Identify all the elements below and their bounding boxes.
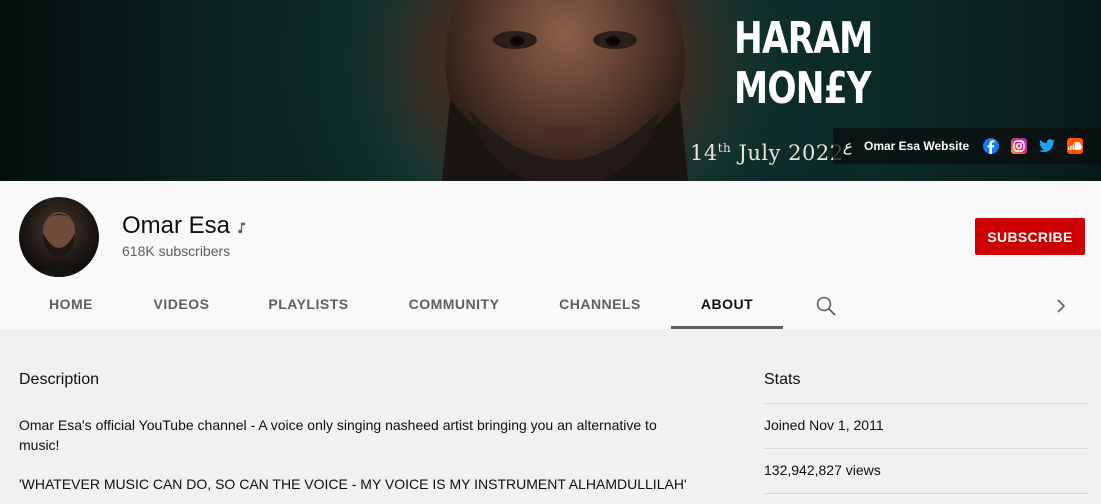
banner-date-suffix: th (717, 141, 732, 155)
channel-links-bar: ع Omar Esa Website (833, 128, 1101, 164)
banner-date: 14th July 2022 (690, 141, 844, 165)
tab-playlists[interactable]: PLAYLISTS (260, 284, 357, 329)
tab-home[interactable]: HOME (38, 284, 104, 329)
banner-title-line2: MON£Y (734, 63, 872, 114)
subscribe-button[interactable]: SUBSCRIBE (975, 218, 1085, 255)
search-icon[interactable] (815, 295, 837, 317)
banner-shade-left (0, 0, 420, 181)
twitter-icon[interactable] (1039, 138, 1055, 154)
stats-divider (764, 403, 1089, 404)
description-heading: Description (19, 371, 100, 388)
tab-channels[interactable]: CHANNELS (550, 284, 650, 329)
banner-portrait (441, 0, 689, 181)
description-text: Omar Esa's official YouTube channel - A … (19, 417, 657, 453)
chevron-right-icon[interactable] (1053, 297, 1069, 315)
tab-community[interactable]: COMMUNITY (398, 284, 510, 329)
instagram-icon[interactable] (1011, 138, 1027, 154)
tab-videos[interactable]: VIDEOS (144, 284, 219, 329)
channel-tabs: HOME VIDEOS PLAYLISTS COMMUNITY CHANNELS… (0, 284, 1101, 329)
tab-about[interactable]: ABOUT (671, 284, 783, 329)
avatar-portrait (33, 212, 85, 277)
website-logo-icon[interactable]: ع (843, 137, 859, 155)
website-link[interactable]: Omar Esa Website (864, 139, 977, 153)
stats-heading: Stats (764, 371, 801, 388)
subscriber-count: 618K subscribers (122, 243, 231, 259)
channel-header: Omar Esa 618K subscribers SUBSCRIBE HOME… (0, 181, 1101, 329)
facebook-icon[interactable] (983, 138, 999, 154)
banner-date-rest: July 2022 (731, 141, 844, 165)
channel-name[interactable]: Omar Esa (122, 212, 230, 240)
banner-title: HARAM MON£Y (734, 14, 873, 114)
stats-divider (764, 493, 1089, 494)
banner-title-line1: HARAM (734, 13, 873, 64)
soundcloud-icon[interactable] (1067, 138, 1083, 154)
about-content: Description Omar Esa's official YouTube … (0, 329, 1101, 504)
music-note-icon (238, 222, 246, 234)
channel-avatar[interactable] (19, 197, 99, 277)
channel-banner: HARAM MON£Y 14th July 2022 ع Omar Esa We… (0, 0, 1101, 181)
view-count: 132,942,827 views (764, 462, 881, 478)
description-quote: 'WHATEVER MUSIC CAN DO, SO CAN THE VOICE… (19, 476, 687, 492)
banner-date-day: 14 (690, 141, 718, 165)
stats-divider (764, 448, 1089, 449)
joined-date: Joined Nov 1, 2011 (764, 417, 884, 433)
